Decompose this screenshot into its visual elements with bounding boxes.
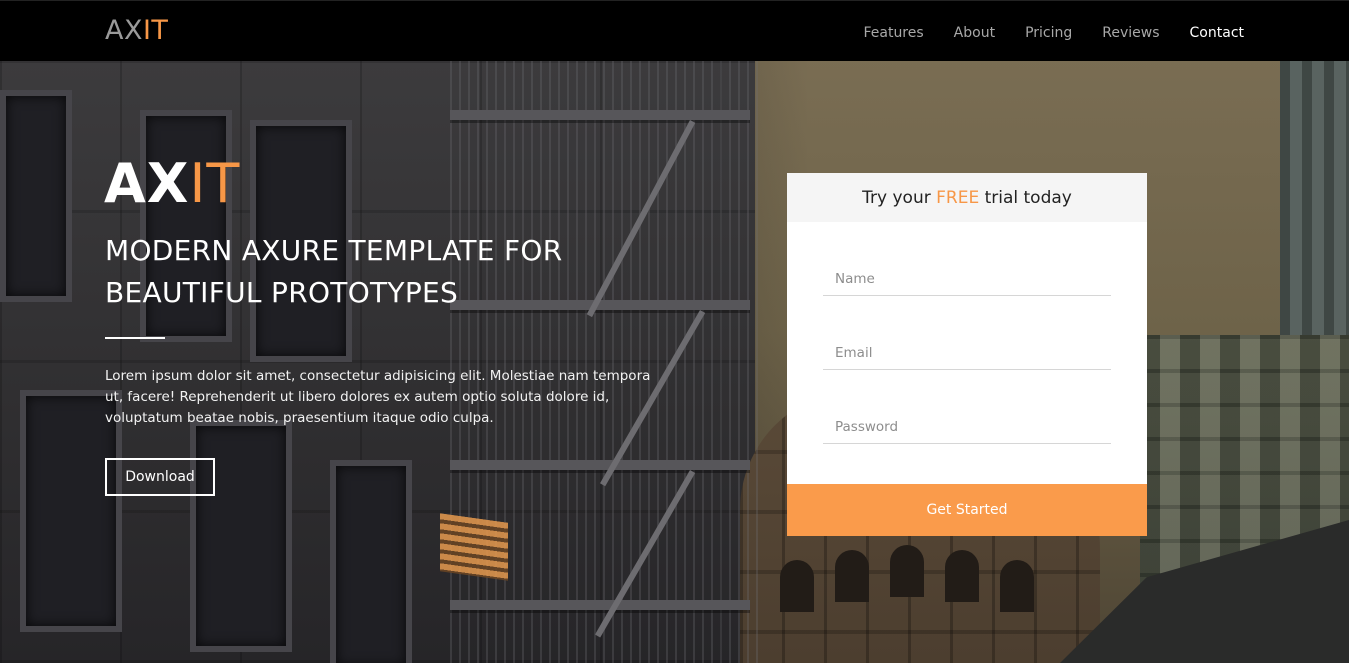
background-building-far-right	[1280, 60, 1349, 360]
building-arch	[835, 550, 869, 602]
top-navbar: AXIT Features About Pricing Reviews Cont…	[0, 0, 1349, 61]
building-arch	[1000, 560, 1034, 612]
building-arch	[780, 560, 814, 612]
brand-logo-it: IT	[142, 15, 169, 46]
building-window	[0, 90, 72, 302]
building-arch	[890, 545, 924, 597]
brand-logo[interactable]: AXIT	[105, 15, 168, 46]
nav-menu: Features About Pricing Reviews Contact	[863, 1, 1244, 62]
nav-link-features[interactable]: Features	[863, 25, 923, 41]
hero-logo-ax: AX	[104, 152, 190, 215]
brand-logo-ax: AX	[105, 15, 143, 46]
fire-escape-landing	[450, 460, 750, 470]
building-window	[330, 460, 412, 663]
download-button[interactable]: Download	[105, 458, 215, 496]
fire-escape-landing	[450, 600, 750, 610]
password-input[interactable]	[823, 410, 1111, 444]
hero-logo: AXIT	[104, 157, 240, 211]
building-arch	[945, 550, 979, 602]
hero-logo-it: IT	[189, 152, 241, 215]
signup-card-title: Try your FREE trial today	[787, 173, 1147, 222]
email-input[interactable]	[823, 336, 1111, 370]
landing-page: AXIT Features About Pricing Reviews Cont…	[0, 0, 1349, 663]
nav-link-contact[interactable]: Contact	[1190, 25, 1244, 41]
name-input[interactable]	[823, 262, 1111, 296]
signup-title-pre: Try your	[862, 187, 937, 208]
hero-divider	[105, 337, 165, 339]
nav-link-pricing[interactable]: Pricing	[1025, 25, 1072, 41]
signup-card: Try your FREE trial today Get Started	[787, 173, 1147, 536]
nav-item-reviews: Reviews	[1102, 22, 1159, 41]
nav-item-contact: Contact	[1190, 22, 1244, 41]
nav-item-features: Features	[863, 22, 923, 41]
nav-link-about[interactable]: About	[954, 25, 995, 41]
nav-item-about: About	[954, 22, 995, 41]
get-started-button[interactable]: Get Started	[787, 484, 1147, 536]
fire-escape-landing	[450, 110, 750, 120]
nav-link-reviews[interactable]: Reviews	[1102, 25, 1159, 41]
building-window	[190, 420, 292, 652]
signup-title-free: FREE	[936, 187, 980, 208]
lit-window	[440, 513, 508, 581]
hero-description: Lorem ipsum dolor sit amet, consectetur …	[105, 368, 651, 426]
hero-headline: MODERN AXURE TEMPLATE FOR BEAUTIFUL PROT…	[105, 234, 563, 309]
nav-item-pricing: Pricing	[1025, 22, 1072, 41]
signup-title-post: trial today	[979, 187, 1072, 208]
